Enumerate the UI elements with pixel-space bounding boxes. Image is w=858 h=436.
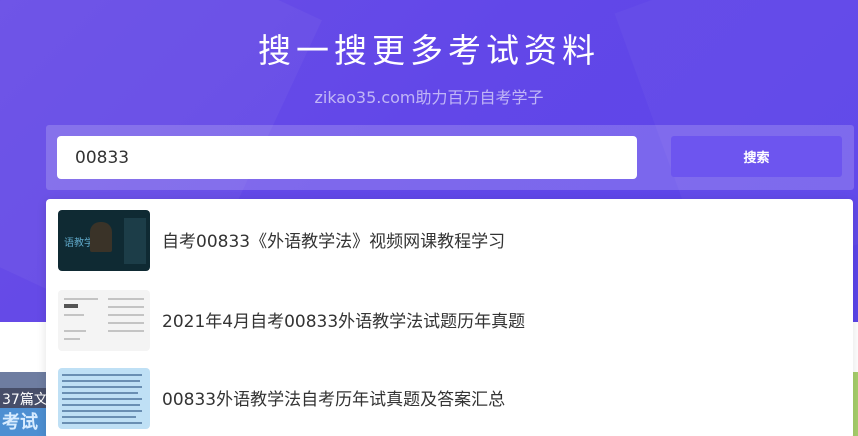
suggestion-title: 00833外语教学法自考历年试真题及答案汇总	[162, 390, 506, 410]
page-subtitle: zikao35.com助力百万自考学子	[314, 88, 544, 107]
suggestion-item[interactable]: 语教学 自考00833《外语教学法》视频网课教程学习	[46, 199, 853, 277]
document-thumbnail	[58, 290, 150, 351]
suggestion-item[interactable]: 2021年4月自考00833外语教学法试题历年真题	[46, 279, 853, 357]
background-banner-art: 考试	[0, 408, 50, 436]
video-thumbnail: 语教学	[58, 210, 150, 271]
suggestion-title: 自考00833《外语教学法》视频网课教程学习	[162, 232, 506, 252]
page-title: 搜一搜更多考试资料	[258, 31, 600, 70]
suggestion-item[interactable]: 00833外语教学法自考历年试真题及答案汇总	[46, 357, 853, 435]
search-suggestions: 语教学 自考00833《外语教学法》视频网课教程学习 2021年4月自考0083…	[46, 199, 853, 436]
presenter-figure	[90, 222, 112, 252]
search-panel: 搜索	[46, 125, 854, 190]
suggestion-title: 2021年4月自考00833外语教学法试题历年真题	[162, 312, 526, 332]
list-thumbnail	[58, 368, 150, 429]
thumbnail-panel	[124, 218, 146, 264]
search-input[interactable]	[57, 136, 637, 179]
search-button[interactable]: 搜索	[671, 136, 842, 177]
